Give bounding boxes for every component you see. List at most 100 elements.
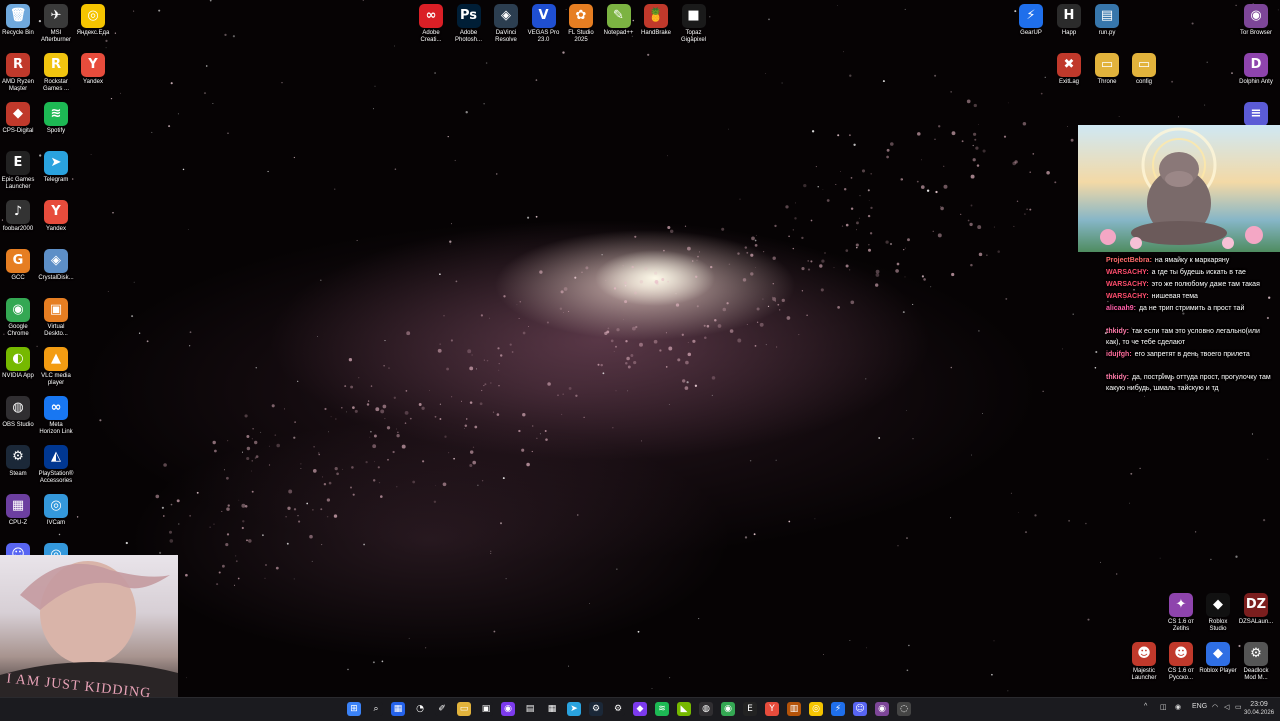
desktop-shortcut[interactable]: V VEGAS Pro 23.0	[524, 4, 564, 44]
gearup-taskbar-icon[interactable]: ⚡	[831, 702, 845, 716]
desktop-shortcut[interactable]: ◆ Roblox Player	[1198, 642, 1238, 675]
desktop-shortcut[interactable]: ◐ NVIDIA App	[0, 347, 38, 380]
desktop-shortcut[interactable]: ◈ DaVinci Resolve	[486, 4, 526, 44]
desktop-shortcut[interactable]: ◭ PlayStation® Accessories	[36, 445, 76, 485]
copilot-icon[interactable]: ◔	[413, 702, 427, 716]
desktop-shortcut[interactable]: ✦ CS 1.6 от Zetihs	[1161, 593, 1201, 633]
ivcam-icon: ◎	[44, 494, 68, 518]
chat-message: WARSACHY: нишевая тема	[1106, 291, 1276, 302]
chat-text: на ямайку к маркаряну	[1154, 257, 1230, 264]
desktop-shortcut[interactable]: ✖ ExitLag	[1049, 53, 1089, 86]
shortcut-label: Recycle Bin	[2, 30, 34, 36]
obsidian-icon[interactable]: ◆	[633, 702, 647, 716]
desktop-shortcut[interactable]: R AMD Ryzen Master	[0, 53, 38, 93]
desktop-shortcut[interactable]: 🗑 Recycle Bin	[0, 4, 38, 37]
start-icon[interactable]: ⊞	[347, 702, 361, 716]
desktop-shortcut[interactable]: ◈ CrystalDisk...	[36, 249, 76, 282]
msi-afterburner-icon: ✈	[44, 4, 68, 28]
desktop-shortcut[interactable]: ▭ config	[1124, 53, 1164, 86]
spotify-taskbar-icon[interactable]: ≋	[655, 702, 669, 716]
tray-app-icon[interactable]: ◉	[1175, 703, 1181, 711]
desktop-shortcut[interactable]: ▣ Virtual Deskto...	[36, 298, 76, 338]
search-icon[interactable]: ⌕	[369, 702, 383, 716]
desktop-shortcut[interactable]: G GCC	[0, 249, 38, 282]
settings-icon[interactable]: ⚙	[611, 702, 625, 716]
desktop-shortcut[interactable]: 🍍 HandBrake	[636, 4, 676, 37]
obs-taskbar-icon[interactable]: ◍	[699, 702, 713, 716]
shortcut-label: VLC media player	[41, 373, 71, 386]
throne-folder-icon: ▭	[1095, 53, 1119, 77]
desktop-shortcut[interactable]: ≡	[1236, 102, 1276, 126]
desktop-shortcut[interactable]: ◆ CPS-Digital	[0, 102, 38, 135]
desktop-shortcut[interactable]: ◉ Tor Browser	[1236, 4, 1276, 37]
desktop-shortcut[interactable]: H Happ	[1049, 4, 1089, 37]
app-window-icon[interactable]: ▣	[479, 702, 493, 716]
meditating-hippo-image	[1078, 125, 1280, 252]
discord-taskbar-icon[interactable]: ☺	[853, 702, 867, 716]
wifi-icon[interactable]: ◠	[1212, 703, 1218, 711]
chat-message: WARSACHY: это же полюбому даже там такая	[1106, 279, 1276, 290]
notes-icon[interactable]: ▤	[523, 702, 537, 716]
desktop-shortcut[interactable]: Y Yandex	[73, 53, 113, 86]
app-taskbar-icon[interactable]: ◌	[897, 702, 911, 716]
desktop-shortcut[interactable]: ♪ foobar2000	[0, 200, 38, 233]
epic-taskbar-icon[interactable]: E	[743, 702, 757, 716]
desktop-shortcut[interactable]: ∞ Adobe Creati...	[411, 4, 451, 44]
battery-icon[interactable]: ▭	[1235, 703, 1242, 711]
desktop-shortcut[interactable]: ⚡ GearUP	[1011, 4, 1051, 37]
desktop-shortcut[interactable]: ◎ Яндекс.Еда	[73, 4, 113, 37]
tray-network-icon[interactable]: ◫	[1160, 703, 1167, 711]
desktop-shortcut[interactable]: ✈ MSI Afterburner	[36, 4, 76, 44]
desktop-shortcut[interactable]: ◆ Roblox Studio	[1198, 593, 1238, 633]
desktop-shortcut[interactable]: ☻ CS 1.6 от Русско...	[1161, 642, 1201, 682]
steam-taskbar-icon[interactable]: ⚙	[589, 702, 603, 716]
shortcut-label: Virtual Deskto...	[44, 324, 68, 337]
cpu-z-icon: ▦	[6, 494, 30, 518]
python-file-icon: ▤	[1095, 4, 1119, 28]
winrar-icon[interactable]: ▥	[787, 702, 801, 716]
desktop-shortcut[interactable]: ≋ Spotify	[36, 102, 76, 135]
desktop-shortcut[interactable]: ⚙ Deadlock Mod M...	[1236, 642, 1276, 682]
desktop-shortcut[interactable]: ▭ Throne	[1087, 53, 1127, 86]
desktop-shortcut[interactable]: D Dolphin Anty	[1236, 53, 1276, 86]
desktop-shortcut[interactable]: ▤ run.py	[1087, 4, 1127, 37]
desktop-shortcut[interactable]: Y Yandex	[36, 200, 76, 233]
notepad-plus-plus-icon: ✎	[606, 4, 631, 28]
telegram-taskbar-icon[interactable]: ➤	[567, 702, 581, 716]
volume-icon[interactable]: ◁	[1224, 703, 1229, 711]
desktop-shortcut[interactable]: E Epic Games Launcher	[0, 151, 38, 191]
clock[interactable]: 23:09 30.04.2026	[1244, 700, 1274, 717]
desktop-shortcut[interactable]: ✿ FL Studio 2025	[561, 4, 601, 44]
desktop-shortcut[interactable]: ▦ CPU-Z	[0, 494, 38, 527]
desktop-shortcut[interactable]: ■ Topaz Gigapixel	[674, 4, 714, 44]
desktop-shortcut[interactable]: ✎ Notepad++	[599, 4, 639, 37]
desktop-shortcut[interactable]: ⚙ Steam	[0, 445, 38, 478]
desktop-shortcut[interactable]: DZ DZSALaun...	[1236, 593, 1276, 626]
desktop-shortcut[interactable]: ☻ Majestic Launcher	[1124, 642, 1164, 682]
chevron-up-icon[interactable]: ^	[1144, 703, 1147, 710]
shortcut-label: Roblox Studio	[1208, 619, 1228, 632]
desktop-shortcut[interactable]: Ps Adobe Photosh...	[449, 4, 489, 44]
desktop-shortcut[interactable]: ◎ IVCam	[36, 494, 76, 527]
yandex-icon: Y	[44, 200, 68, 224]
yandex-taskbar-icon[interactable]: Y	[765, 702, 779, 716]
language-indicator[interactable]: ENG	[1192, 703, 1207, 710]
store-icon[interactable]: ▦	[545, 702, 559, 716]
file-explorer-icon[interactable]: ▭	[457, 702, 471, 716]
desktop-shortcut[interactable]: R Rockstar Games ...	[36, 53, 76, 93]
media-icon[interactable]: ◉	[501, 702, 515, 716]
desktop-shortcut[interactable]: ◍ OBS Studio	[0, 396, 38, 429]
desktop-shortcut[interactable]: ➤ Telegram	[36, 151, 76, 184]
chrome-taskbar-icon[interactable]: ◉	[721, 702, 735, 716]
nvidia-taskbar-icon[interactable]: ◣	[677, 702, 691, 716]
tor-taskbar-icon[interactable]: ◉	[875, 702, 889, 716]
vscode-icon[interactable]: ✐	[435, 702, 449, 716]
widgets-icon[interactable]: ▦	[391, 702, 405, 716]
desktop-shortcut[interactable]: ∞ Meta Horizon Link	[36, 396, 76, 436]
shortcut-label: Meta Horizon Link	[39, 422, 73, 435]
desktop-shortcut[interactable]: ▲ VLC media player	[36, 347, 76, 387]
yandex-eda-taskbar-icon[interactable]: ◎	[809, 702, 823, 716]
desktop-shortcut[interactable]: ◉ Google Chrome	[0, 298, 38, 338]
chat-message: idujfgh: его запретят в день твоего приле…	[1106, 349, 1276, 360]
chat-text: это же полюбому даже там такая	[1151, 281, 1260, 288]
